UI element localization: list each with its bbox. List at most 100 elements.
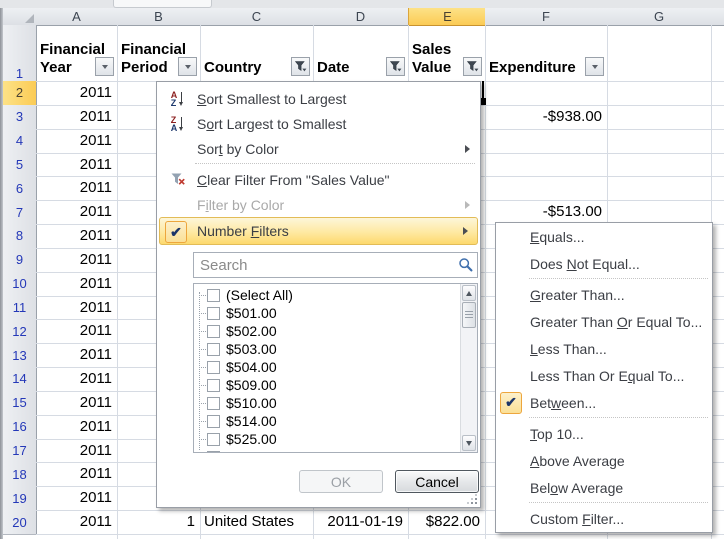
row-header-17[interactable]: 17 <box>3 439 37 464</box>
column-header-D[interactable]: D <box>313 8 409 26</box>
row-header-13[interactable]: 13 <box>3 343 37 368</box>
filter-dropdown-button-B[interactable] <box>178 57 197 76</box>
submenu-item-top-10[interactable]: Top 10... <box>497 420 711 447</box>
cell-A15[interactable]: 2011 <box>36 391 117 415</box>
checkbox[interactable] <box>207 415 220 428</box>
row-header-6[interactable]: 6 <box>3 176 37 201</box>
submenu-item-less-than[interactable]: Less Than... <box>497 335 711 362</box>
column-header-partial[interactable] <box>711 8 724 26</box>
filter-dropdown-button-A[interactable] <box>95 57 114 76</box>
value-item-select-all[interactable]: (Select All) <box>194 286 459 304</box>
row-header-3[interactable]: 3 <box>3 105 37 130</box>
checkbox[interactable] <box>207 307 220 320</box>
value-item-502-00[interactable]: $502.00 <box>194 322 459 340</box>
submenu-item-equals[interactable]: Equals... <box>497 223 711 250</box>
scroll-up-button[interactable] <box>462 285 476 301</box>
cell-A7[interactable]: 2011 <box>36 200 117 224</box>
value-item-514-00[interactable]: $514.00 <box>194 412 459 430</box>
cell-F7[interactable]: -$513.00 <box>485 200 607 224</box>
cell-B20[interactable]: 1 <box>117 510 200 534</box>
filter-applied-button-C[interactable] <box>291 57 310 76</box>
column-header-B[interactable]: B <box>117 8 201 26</box>
cell-A16[interactable]: 2011 <box>36 415 117 439</box>
menu-item-filter-by-color[interactable]: Filter by Color <box>158 192 479 217</box>
submenu-item-between[interactable]: ✔Between... <box>497 389 711 416</box>
menu-item-number-filters[interactable]: ✔Number Filters <box>159 217 478 245</box>
menu-item-clear-filter-from-sales-value[interactable]: Clear Filter From "Sales Value" <box>158 167 479 192</box>
menu-item-sort-smallest-to-largest[interactable]: AZSort Smallest to Largest <box>158 86 479 111</box>
column-header-E[interactable]: E <box>408 8 487 26</box>
row-header-1[interactable]: 1 <box>3 25 37 86</box>
cell-D20[interactable]: 2011-01-19 <box>313 510 408 534</box>
row-header-12[interactable]: 12 <box>3 319 37 344</box>
column-header-G[interactable]: G <box>607 8 712 26</box>
cell-A12[interactable]: 2011 <box>36 319 117 343</box>
row-header-11[interactable]: 11 <box>3 296 37 321</box>
column-header-F[interactable]: F <box>485 8 608 26</box>
row-header-16[interactable]: 16 <box>3 415 37 440</box>
submenu-item-does-not-equal[interactable]: Does Not Equal... <box>497 250 711 277</box>
checkbox[interactable] <box>207 451 220 454</box>
row-header-5[interactable]: 5 <box>3 153 37 178</box>
row-header-20[interactable]: 20 <box>3 510 37 535</box>
scrollbar[interactable] <box>460 284 477 452</box>
checkbox[interactable] <box>207 433 220 446</box>
submenu-item-above-average[interactable]: Above Average <box>497 447 711 474</box>
row-header-2[interactable]: 2 <box>3 81 37 106</box>
submenu-item-custom-filter[interactable]: Custom Filter... <box>497 505 711 532</box>
cell-A20[interactable]: 2011 <box>36 510 117 534</box>
column-header-A[interactable]: A <box>36 8 118 26</box>
row-header-18[interactable]: 18 <box>3 462 37 487</box>
value-item-partial[interactable] <box>194 448 459 453</box>
row-header-14[interactable]: 14 <box>3 367 37 392</box>
value-item-504-00[interactable]: $504.00 <box>194 358 459 376</box>
cell-F3[interactable]: -$938.00 <box>485 105 607 129</box>
filter-dropdown-button-F[interactable] <box>585 57 604 76</box>
checkbox[interactable] <box>207 343 220 356</box>
row-header-9[interactable]: 9 <box>3 248 37 273</box>
search-input[interactable] <box>193 252 478 278</box>
checkbox[interactable] <box>207 379 220 392</box>
cell-A14[interactable]: 2011 <box>36 367 117 391</box>
cell-E20[interactable]: $822.00 <box>408 510 485 534</box>
column-header-C[interactable]: C <box>200 8 314 26</box>
submenu-item-greater-than[interactable]: Greater Than... <box>497 281 711 308</box>
cell-A4[interactable]: 2011 <box>36 129 117 153</box>
value-item-501-00[interactable]: $501.00 <box>194 304 459 322</box>
submenu-item-greater-than-or-equal-to[interactable]: Greater Than Or Equal To... <box>497 308 711 335</box>
cell-A5[interactable]: 2011 <box>36 153 117 177</box>
cancel-button[interactable]: Cancel <box>395 470 479 493</box>
value-item-525-00[interactable]: $525.00 <box>194 430 459 448</box>
value-item-510-00[interactable]: $510.00 <box>194 394 459 412</box>
row-header-19[interactable]: 19 <box>3 486 37 511</box>
row-header-4[interactable]: 4 <box>3 129 37 154</box>
cell-A19[interactable]: 2011 <box>36 486 117 510</box>
filter-applied-button-D[interactable] <box>386 57 405 76</box>
cell-A3[interactable]: 2011 <box>36 105 117 129</box>
menu-item-sort-largest-to-smallest[interactable]: ZASort Largest to Smallest <box>158 111 479 136</box>
submenu-item-less-than-or-equal-to[interactable]: Less Than Or Equal To... <box>497 362 711 389</box>
row-header-10[interactable]: 10 <box>3 272 37 297</box>
cell-A9[interactable]: 2011 <box>36 248 117 272</box>
checkbox[interactable] <box>207 361 220 374</box>
cell-A10[interactable]: 2011 <box>36 272 117 296</box>
cell-A11[interactable]: 2011 <box>36 296 117 320</box>
submenu-item-below-average[interactable]: Below Average <box>497 474 711 501</box>
resize-grip[interactable] <box>466 493 478 505</box>
cell-A6[interactable]: 2011 <box>36 176 117 200</box>
select-all-corner[interactable] <box>3 8 37 26</box>
ok-button[interactable]: OK <box>299 470 383 493</box>
menu-item-sort-by-color[interactable]: Sort by Color <box>158 136 479 161</box>
row-header-15[interactable]: 15 <box>3 391 37 416</box>
value-item-509-00[interactable]: $509.00 <box>194 376 459 394</box>
checkbox[interactable] <box>207 325 220 338</box>
checkbox[interactable] <box>207 289 220 302</box>
value-item-503-00[interactable]: $503.00 <box>194 340 459 358</box>
checkbox[interactable] <box>207 397 220 410</box>
scroll-thumb[interactable] <box>462 302 476 328</box>
cell-C20[interactable]: United States <box>200 510 313 534</box>
filter-applied-button-E[interactable] <box>463 57 482 76</box>
cell-A18[interactable]: 2011 <box>36 462 117 486</box>
cell-A8[interactable]: 2011 <box>36 224 117 248</box>
row-header-7[interactable]: 7 <box>3 200 37 225</box>
